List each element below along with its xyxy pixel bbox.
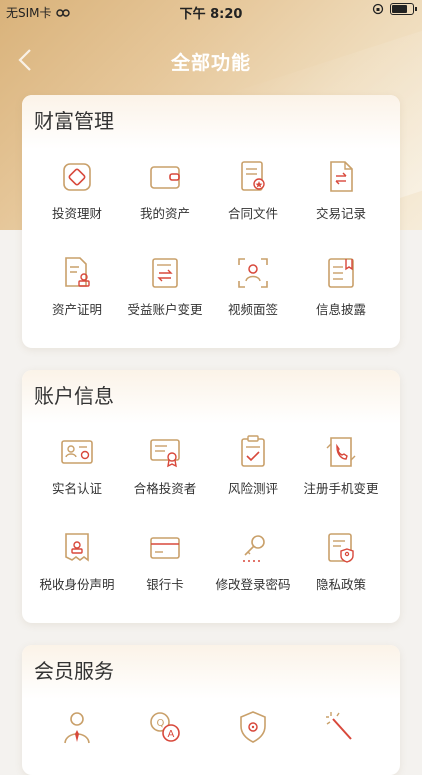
menu-item-phone-change[interactable]: 注册手机变更	[294, 434, 388, 497]
menu-item-real-name[interactable]: 实名认证	[30, 434, 124, 497]
menu-item-disclosure[interactable]: 信息披露	[294, 255, 388, 318]
shield-gear-icon	[240, 711, 266, 743]
asset-certificate-icon	[65, 257, 90, 287]
section-title: 会员服务	[34, 659, 114, 683]
svg-text:A: A	[168, 729, 175, 740]
qa-icon: QA	[150, 712, 180, 742]
menu-item-contract[interactable]: 合同文件	[206, 159, 300, 222]
menu-item-beneficiary-change[interactable]: 受益账户变更	[118, 255, 212, 318]
menu-item-advisor[interactable]	[30, 709, 124, 745]
status-bar: 无SIM卡 下午 8:20	[0, 0, 422, 22]
status-time: 下午 8:20	[179, 7, 243, 22]
menu-item-change-password[interactable]: 修改登录密码	[206, 530, 300, 593]
orientation-lock-icon	[372, 3, 384, 15]
section-member-services: 会员服务 QA	[22, 645, 400, 775]
phone-change-icon	[326, 437, 356, 467]
menu-item-qa[interactable]: QA	[118, 709, 212, 745]
menu-item-video-sign[interactable]: 视频面签	[206, 255, 300, 318]
key-icon	[243, 535, 265, 562]
menu-item-risk-test[interactable]: 风险测评	[206, 434, 300, 497]
menu-item-qualified-investor[interactable]: 合格投资者	[118, 434, 212, 497]
menu-item-magic[interactable]	[294, 709, 388, 745]
nav-bar: 全部功能	[0, 40, 422, 80]
menu-item-bank-card[interactable]: 银行卡	[118, 530, 212, 593]
page-title: 全部功能	[170, 52, 251, 74]
tax-declaration-icon	[65, 533, 89, 562]
account-change-icon	[152, 258, 178, 288]
qualified-investor-icon	[150, 439, 180, 468]
section-title: 账户信息	[34, 384, 114, 408]
menu-item-invest[interactable]: 投资理财	[30, 159, 124, 222]
menu-item-security[interactable]	[206, 709, 300, 745]
magic-wand-icon	[326, 712, 352, 740]
risk-assessment-icon	[241, 435, 265, 467]
info-disclosure-icon	[328, 258, 354, 288]
svg-text:Q: Q	[157, 718, 165, 729]
transaction-record-icon	[330, 161, 353, 192]
section-wealth-management: 财富管理 投资理财 我的资产 合同文件 交易记录 资产证明 受益账户变更 视频面	[22, 95, 400, 348]
bank-card-icon	[150, 537, 180, 559]
section-account-info: 账户信息 实名认证 合格投资者 风险测评 注册手机变更 税收身份声明 银行卡 修	[22, 370, 400, 623]
advisor-icon	[64, 712, 90, 744]
battery-icon	[390, 3, 417, 15]
menu-item-tax-declaration[interactable]: 税收身份声明	[30, 530, 124, 593]
id-card-icon	[61, 440, 93, 464]
menu-item-transactions[interactable]: 交易记录	[294, 159, 388, 222]
menu-item-privacy[interactable]: 隐私政策	[294, 530, 388, 593]
contract-icon	[241, 161, 265, 191]
coin-icon	[63, 163, 91, 191]
wallet-icon	[150, 166, 180, 189]
menu-item-asset-proof[interactable]: 资产证明	[30, 255, 124, 318]
video-sign-icon	[238, 258, 268, 288]
privacy-policy-icon	[328, 533, 354, 563]
menu-item-my-assets[interactable]: 我的资产	[118, 159, 212, 222]
section-title: 财富管理	[34, 109, 114, 133]
